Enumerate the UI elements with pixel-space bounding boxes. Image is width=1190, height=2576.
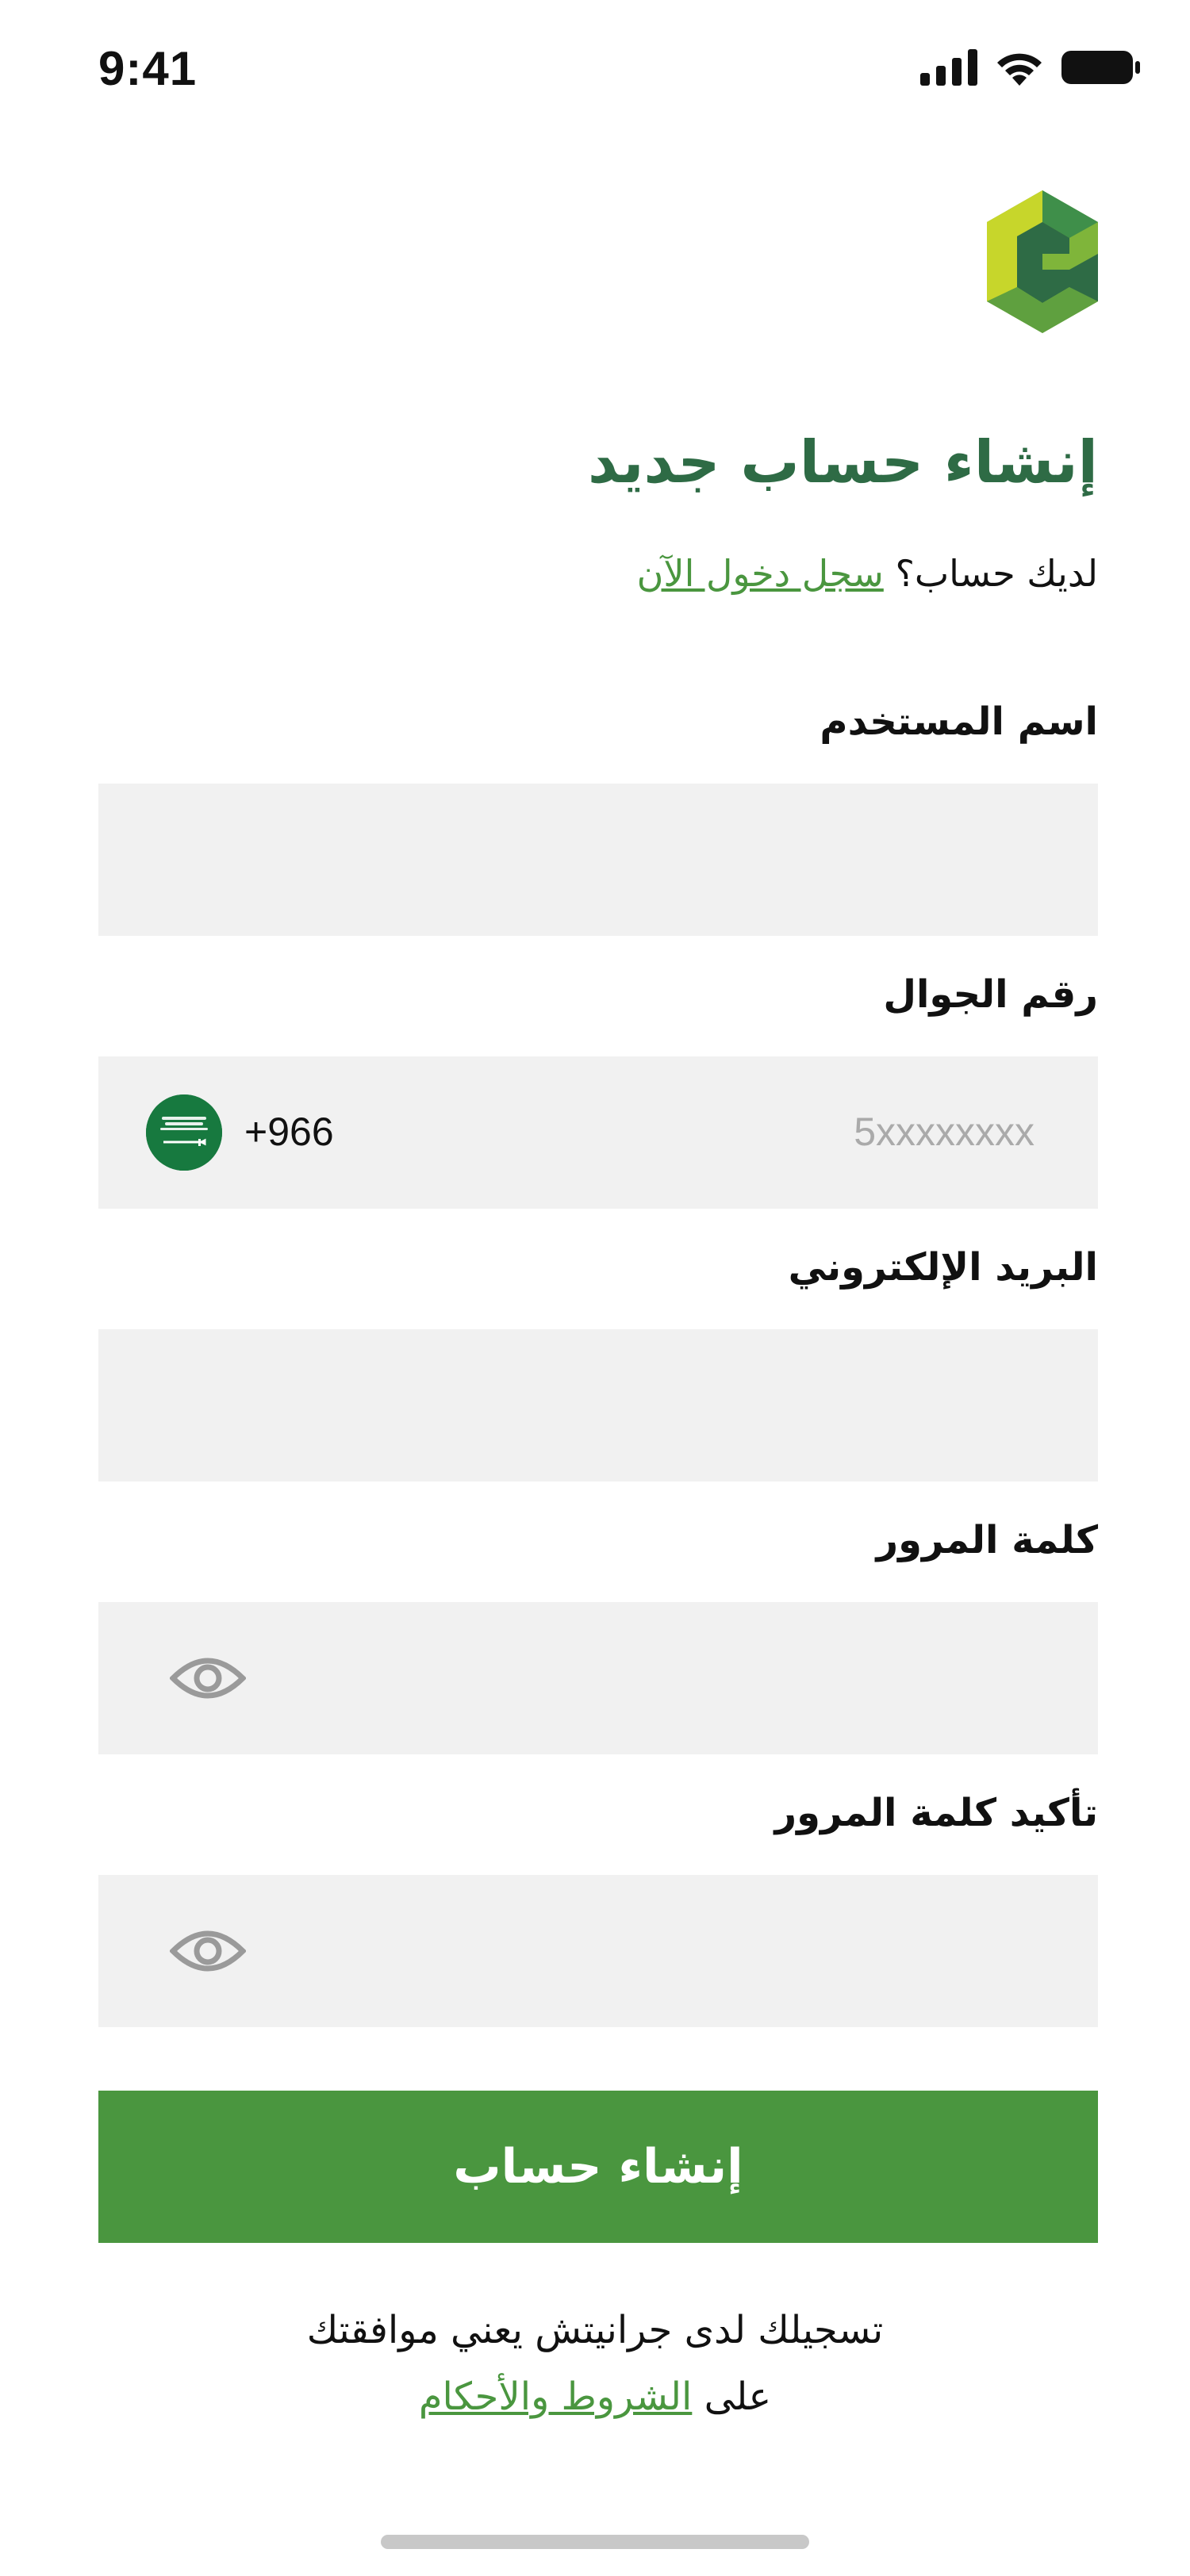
username-field[interactable] [98, 784, 1098, 936]
login-link[interactable]: سجل دخول الآن [637, 552, 884, 595]
terms-link[interactable]: الشروط والأحكام [419, 2375, 693, 2419]
confirm-password-field[interactable] [98, 1875, 1098, 2027]
phone-input[interactable]: 5xxxxxxxx [854, 1109, 1035, 1155]
create-account-button[interactable]: إنشاء حساب [98, 2091, 1098, 2243]
wifi-icon [997, 53, 1042, 86]
home-indicator [381, 2535, 809, 2549]
battery-icon [1061, 51, 1140, 84]
eye-icon[interactable] [170, 1924, 246, 1978]
password-field[interactable] [98, 1602, 1098, 1754]
eye-icon[interactable] [170, 1651, 246, 1705]
password-label: كلمة المرور [876, 1518, 1099, 1562]
saudi-flag-icon [146, 1094, 222, 1171]
login-prompt: لديك حساب؟ سجل دخول الآن [637, 552, 1098, 595]
terms-line-2: على الشروط والأحكام [0, 2375, 1190, 2419]
status-icons [920, 49, 1141, 86]
email-field[interactable] [98, 1329, 1098, 1482]
country-code[interactable]: +966 [244, 1109, 334, 1155]
terms-line-1: تسجيلك لدى جرانيتش يعني موافقتك [306, 2308, 884, 2352]
phone-field[interactable]: +966 5xxxxxxxx [98, 1056, 1098, 1209]
confirm-password-label: تأكيد كلمة المرور [774, 1791, 1098, 1835]
phone-label: رقم الجوال [883, 972, 1098, 1017]
email-label: البريد الإلكتروني [788, 1245, 1098, 1290]
terms-prefix: على [704, 2375, 772, 2419]
page-title: إنشاء حساب جديد [588, 428, 1098, 496]
status-time: 9:41 [98, 42, 198, 95]
username-label: اسم المستخدم [820, 700, 1098, 744]
brand-logo [987, 190, 1098, 333]
create-account-label: إنشاء حساب [453, 2139, 743, 2195]
login-prompt-text: لديك حساب؟ [895, 552, 1098, 595]
cellular-signal-icon [920, 49, 977, 86]
